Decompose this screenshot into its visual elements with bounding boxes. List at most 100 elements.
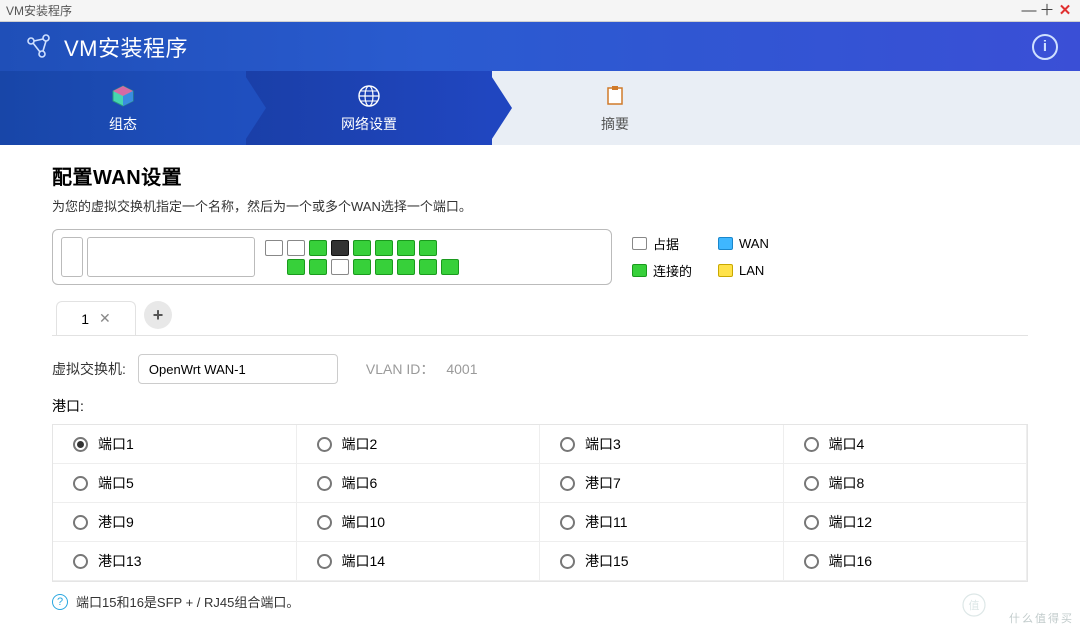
port-option-label: 端口1 (98, 434, 134, 454)
radio-icon (804, 476, 819, 491)
port-option-label: 港口11 (585, 512, 628, 532)
port-option[interactable]: 港口9 (53, 503, 297, 542)
device-port (309, 240, 327, 256)
port-option[interactable]: 端口3 (540, 425, 784, 464)
wan-tabs: 1 ✕ + (52, 301, 1028, 336)
port-option[interactable]: 端口4 (784, 425, 1028, 464)
device-diagram (52, 229, 612, 285)
vlan-id-value: 4001 (446, 361, 477, 377)
legend-swatch-wan (718, 237, 733, 250)
vswitch-name-input[interactable] (138, 354, 338, 384)
step-network[interactable]: 网络设置 (246, 71, 492, 145)
maximize-icon[interactable]: ＋ (1038, 3, 1056, 18)
port-option[interactable]: 端口14 (297, 542, 541, 581)
port-option[interactable]: 港口13 (53, 542, 297, 581)
radio-icon (560, 515, 575, 530)
port-option-label: 端口4 (829, 434, 865, 454)
radio-icon (73, 476, 88, 491)
port-option[interactable]: 港口7 (540, 464, 784, 503)
legend-swatch-connected (632, 264, 647, 277)
port-option-label: 端口6 (342, 473, 378, 493)
radio-icon (317, 515, 332, 530)
port-option[interactable]: 端口5 (53, 464, 297, 503)
lightbulb-icon: ? (52, 594, 68, 610)
device-port (397, 259, 415, 275)
legend-label: LAN (739, 263, 764, 278)
device-port (419, 240, 437, 256)
watermark-text: 什么值得买 (1009, 610, 1074, 626)
radio-icon (560, 554, 575, 569)
port-option-label: 港口7 (585, 473, 621, 493)
window-title: VM安装程序 (6, 2, 72, 19)
radio-icon (804, 515, 819, 530)
cube-icon (109, 82, 137, 110)
radio-icon (560, 476, 575, 491)
device-port (331, 259, 349, 275)
port-option-label: 港口9 (98, 512, 134, 532)
port-option-label: 港口15 (585, 551, 629, 571)
port-selection-table: 端口1 端口2 端口3 端口4 端口5 端口6 港口7 端口8 港口9 端口10 港口11 端口12 港… (52, 424, 1028, 582)
port-option[interactable]: 端口12 (784, 503, 1028, 542)
ports-label: 港口: (52, 396, 1028, 416)
app-title: VM安装程序 (64, 31, 188, 63)
legend-label: WAN (739, 236, 769, 251)
step-label: 网络设置 (341, 114, 397, 134)
port-option-label: 端口14 (342, 551, 386, 571)
step-label: 组态 (109, 114, 137, 134)
step-summary[interactable]: 摘要 (492, 71, 738, 145)
device-port (375, 240, 393, 256)
port-option[interactable]: 端口6 (297, 464, 541, 503)
step-label: 摘要 (601, 114, 629, 134)
port-option-label: 端口12 (829, 512, 873, 532)
section-description: 为您的虚拟交换机指定一个名称，然后为一个或多个WAN选择一个端口。 (52, 196, 1028, 215)
device-port (287, 240, 305, 256)
steps-filler (738, 71, 1080, 145)
port-option[interactable]: 港口11 (540, 503, 784, 542)
radio-icon (560, 437, 575, 452)
port-option-label: 端口8 (829, 473, 865, 493)
tab-label: 1 (81, 311, 89, 327)
radio-icon (804, 437, 819, 452)
device-port (353, 240, 371, 256)
info-icon[interactable]: i (1032, 34, 1058, 60)
device-port (397, 240, 415, 256)
clipboard-icon (601, 82, 629, 110)
close-icon[interactable]: ✕ (1056, 3, 1074, 18)
svg-text:值: 值 (969, 599, 980, 612)
app-header: VM安装程序 i (0, 22, 1080, 71)
section-heading: 配置WAN设置 (52, 161, 1028, 190)
radio-icon (317, 476, 332, 491)
port-option[interactable]: 港口15 (540, 542, 784, 581)
device-port (287, 259, 305, 275)
device-port (309, 259, 327, 275)
add-tab-button[interactable]: + (144, 301, 172, 329)
vlan-id-label: VLAN ID： (366, 359, 434, 379)
port-option[interactable]: 端口8 (784, 464, 1028, 503)
step-configuration[interactable]: 组态 (0, 71, 246, 145)
minimize-icon[interactable]: — (1020, 3, 1038, 18)
legend-label: 连接的 (653, 261, 692, 280)
port-option-label: 端口16 (829, 551, 873, 571)
radio-icon (804, 554, 819, 569)
port-option-label: 端口10 (342, 512, 386, 532)
port-option-label: 端口5 (98, 473, 134, 493)
vswitch-label: 虚拟交换机: (52, 359, 126, 379)
port-option[interactable]: 端口10 (297, 503, 541, 542)
port-option[interactable]: 端口1 (53, 425, 297, 464)
watermark-icon: 值 (962, 593, 986, 622)
tab-wan-1[interactable]: 1 ✕ (56, 301, 136, 335)
legend-swatch-lan (718, 264, 733, 277)
device-port (419, 259, 437, 275)
port-option-label: 端口2 (342, 434, 378, 454)
radio-icon (317, 437, 332, 452)
radio-icon (317, 554, 332, 569)
radio-icon (73, 554, 88, 569)
close-tab-icon[interactable]: ✕ (99, 310, 111, 327)
port-option[interactable]: 端口2 (297, 425, 541, 464)
port-option[interactable]: 端口16 (784, 542, 1028, 581)
device-port (441, 259, 459, 275)
hint-text: 端口15和16是SFP + / RJ45组合端口。 (76, 592, 299, 611)
device-port (353, 259, 371, 275)
port-option-label: 港口13 (98, 551, 142, 571)
port-legend: 占据 WAN 连接的 LAN (632, 234, 769, 280)
